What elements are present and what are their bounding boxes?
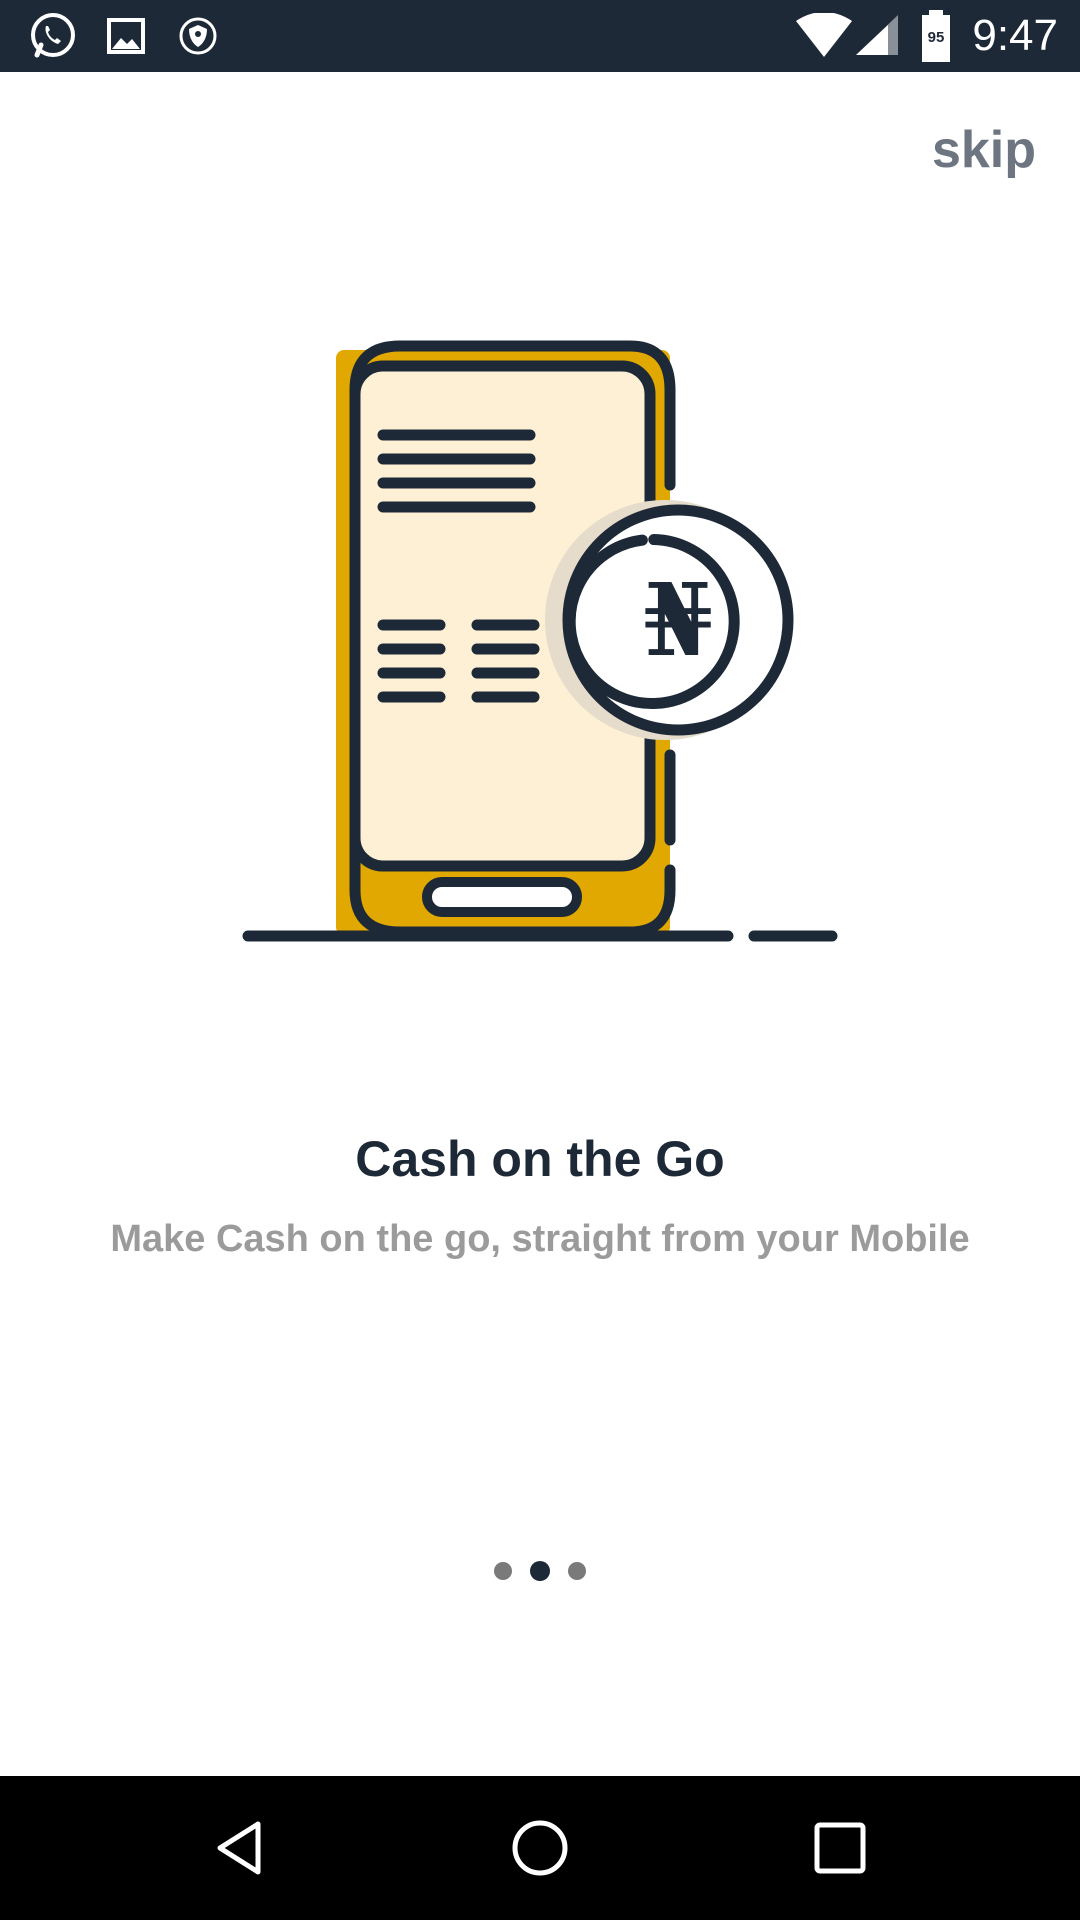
- vpn-shield-icon: [178, 0, 218, 72]
- page-indicator: [0, 1560, 1080, 1582]
- skip-button[interactable]: skip: [932, 120, 1036, 180]
- home-icon[interactable]: [460, 1776, 620, 1920]
- onboarding-title: Cash on the Go: [355, 1131, 725, 1187]
- phone-home-button: [422, 877, 582, 917]
- onboarding-illustration: ₦: [0, 300, 1080, 960]
- status-bar: 95 9:47: [0, 0, 1080, 72]
- gallery-icon: [106, 0, 146, 72]
- whatsapp-icon: [28, 0, 78, 72]
- back-icon[interactable]: [160, 1776, 320, 1920]
- page-dot-2-active[interactable]: [530, 1561, 550, 1581]
- status-time: 9:47: [972, 11, 1058, 60]
- page-dot-3[interactable]: [568, 1562, 586, 1580]
- naira-symbol: ₦: [643, 561, 713, 679]
- navigation-bar: [0, 1776, 1080, 1920]
- wifi-icon: [794, 0, 854, 72]
- battery-icon: 95: [920, 0, 952, 72]
- battery-level: 95: [928, 29, 945, 46]
- recents-icon[interactable]: [760, 1776, 920, 1920]
- signal-icon: [854, 0, 900, 72]
- onboarding-subtitle: Make Cash on the go, straight from your …: [110, 1218, 970, 1260]
- page-dot-1[interactable]: [494, 1562, 512, 1580]
